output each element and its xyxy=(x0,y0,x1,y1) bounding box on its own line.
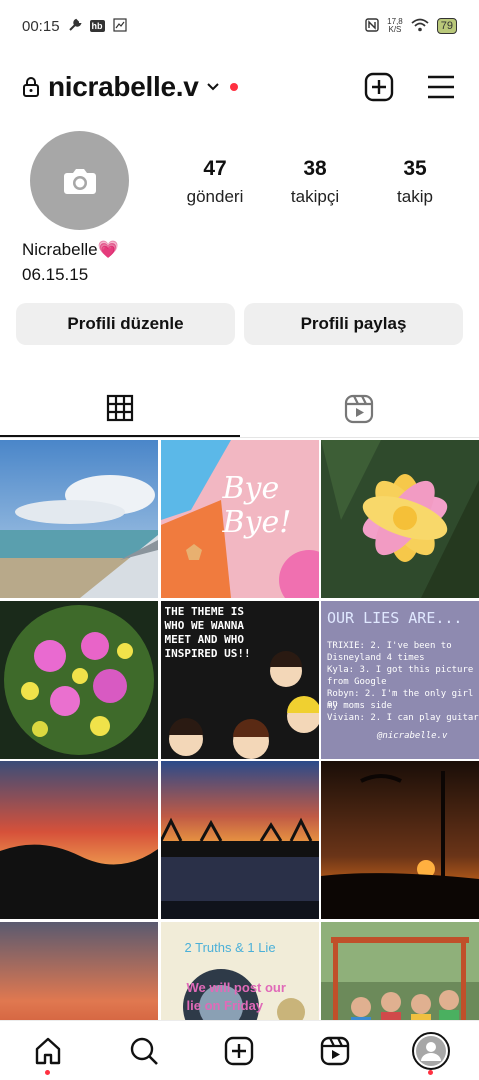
menu-button[interactable] xyxy=(425,71,457,103)
post-tile[interactable]: OUR LIES ARE... TRIXIE: 2. I've been to … xyxy=(321,600,479,759)
post-tile[interactable] xyxy=(0,761,158,919)
profile-header: nicrabelle.v xyxy=(0,62,479,112)
post-image-fisheye-flowers xyxy=(0,600,158,759)
share-profile-button[interactable]: Profili paylaş xyxy=(244,303,463,345)
post-text-theme: THE THEME IS WHO WE WANNA MEET AND WHO I… xyxy=(164,604,251,660)
post-line: from Google xyxy=(327,676,387,687)
profile-avatar-icon xyxy=(412,1031,451,1070)
post-line: We will post our xyxy=(186,979,286,995)
hb-app-icon: hb xyxy=(89,20,105,32)
post-image-beach-wing xyxy=(0,440,158,598)
post-line: Disneyland 4 times xyxy=(327,652,425,663)
posts-grid: Bye Bye! THE THEME IS WHO WE WANNA MEET … xyxy=(0,440,479,1080)
hamburger-icon xyxy=(428,75,454,99)
camera-icon xyxy=(63,168,96,194)
search-icon xyxy=(130,1037,158,1065)
home-icon xyxy=(35,1037,61,1064)
chevron-down-icon[interactable] xyxy=(206,79,220,95)
post-line: TRIXIE: 2. I've been to xyxy=(327,640,452,651)
profile-stats: 47 gönderi 38 takipçi 35 takip xyxy=(170,157,460,207)
following-count: 35 xyxy=(403,157,427,180)
speed-unit: K/S xyxy=(388,25,402,34)
profile-actions: Profili düzenle Profili paylaş xyxy=(16,303,463,345)
post-title-lies: OUR LIES ARE... xyxy=(327,608,463,627)
profile-tabs xyxy=(0,380,479,438)
plus-square-icon xyxy=(225,1036,254,1065)
post-line: lie on Friday xyxy=(186,997,264,1013)
post-line: 2 Truths & 1 Lie xyxy=(184,939,276,955)
posts-stat[interactable]: 47 gönderi xyxy=(170,157,260,207)
posts-label: gönderi xyxy=(186,187,244,206)
notification-dot xyxy=(428,1069,434,1075)
post-text-bye: Bye Bye! xyxy=(222,471,292,540)
network-speed: 17,8 K/S xyxy=(387,18,403,34)
edit-profile-button[interactable]: Profili düzenle xyxy=(16,303,235,345)
plus-square-icon xyxy=(364,72,394,102)
reels-icon xyxy=(321,1036,350,1065)
nfc-icon xyxy=(365,17,379,35)
post-image-sunset-palms xyxy=(160,761,319,919)
profile-bio: 06.15.15 xyxy=(22,265,89,284)
post-line: my moms side xyxy=(327,700,393,711)
post-tile[interactable] xyxy=(160,761,319,919)
following-stat[interactable]: 35 takip xyxy=(370,157,460,207)
chart-icon xyxy=(112,17,127,35)
post-tile[interactable]: Bye Bye! xyxy=(160,440,319,598)
grid-icon xyxy=(106,394,133,421)
post-image-plumeria xyxy=(321,440,479,598)
post-tile[interactable] xyxy=(321,761,479,919)
post-tile[interactable] xyxy=(321,440,479,598)
post-tile[interactable] xyxy=(0,440,158,598)
followers-count: 38 xyxy=(303,157,327,180)
create-post-button[interactable] xyxy=(363,71,395,103)
username[interactable]: nicrabelle.v xyxy=(48,71,199,103)
wifi-icon xyxy=(411,18,429,35)
tab-posts-grid[interactable] xyxy=(0,380,240,437)
nav-home[interactable] xyxy=(24,1027,72,1075)
followers-label: takipçi xyxy=(290,187,340,206)
post-credit: @nicrabelle.v xyxy=(377,730,448,741)
following-label: takip xyxy=(397,187,433,206)
profile-display-name: Nicrabelle💗 xyxy=(22,240,119,259)
notification-dot xyxy=(230,83,239,91)
status-time: 00:15 xyxy=(22,17,60,35)
post-image-sunset-hills xyxy=(0,761,158,919)
post-line: Kyla: 3. I got this picture xyxy=(327,664,474,675)
tab-reels[interactable] xyxy=(240,380,479,437)
followers-stat[interactable]: 38 takipçi xyxy=(270,157,360,207)
avatar[interactable] xyxy=(30,131,129,230)
notification-dot xyxy=(44,1069,50,1075)
reels-icon xyxy=(345,394,374,423)
nav-profile[interactable] xyxy=(407,1027,455,1075)
posts-count: 47 xyxy=(203,157,227,180)
wrench-icon xyxy=(68,18,82,35)
nav-create[interactable] xyxy=(215,1027,263,1075)
post-image-sunset-pole xyxy=(321,761,479,919)
status-bar: 00:15 hb 17,8 K/S 79 xyxy=(0,0,479,52)
post-tile[interactable]: THE THEME IS WHO WE WANNA MEET AND WHO I… xyxy=(160,600,319,759)
bottom-navigation xyxy=(0,1020,479,1080)
nav-reels[interactable] xyxy=(311,1027,359,1075)
battery-indicator: 79 xyxy=(436,18,457,34)
post-line: Vivian: 2. I can play guitar xyxy=(327,712,479,723)
nav-search[interactable] xyxy=(120,1027,168,1075)
lock-icon xyxy=(23,77,39,97)
post-tile[interactable] xyxy=(0,600,158,759)
